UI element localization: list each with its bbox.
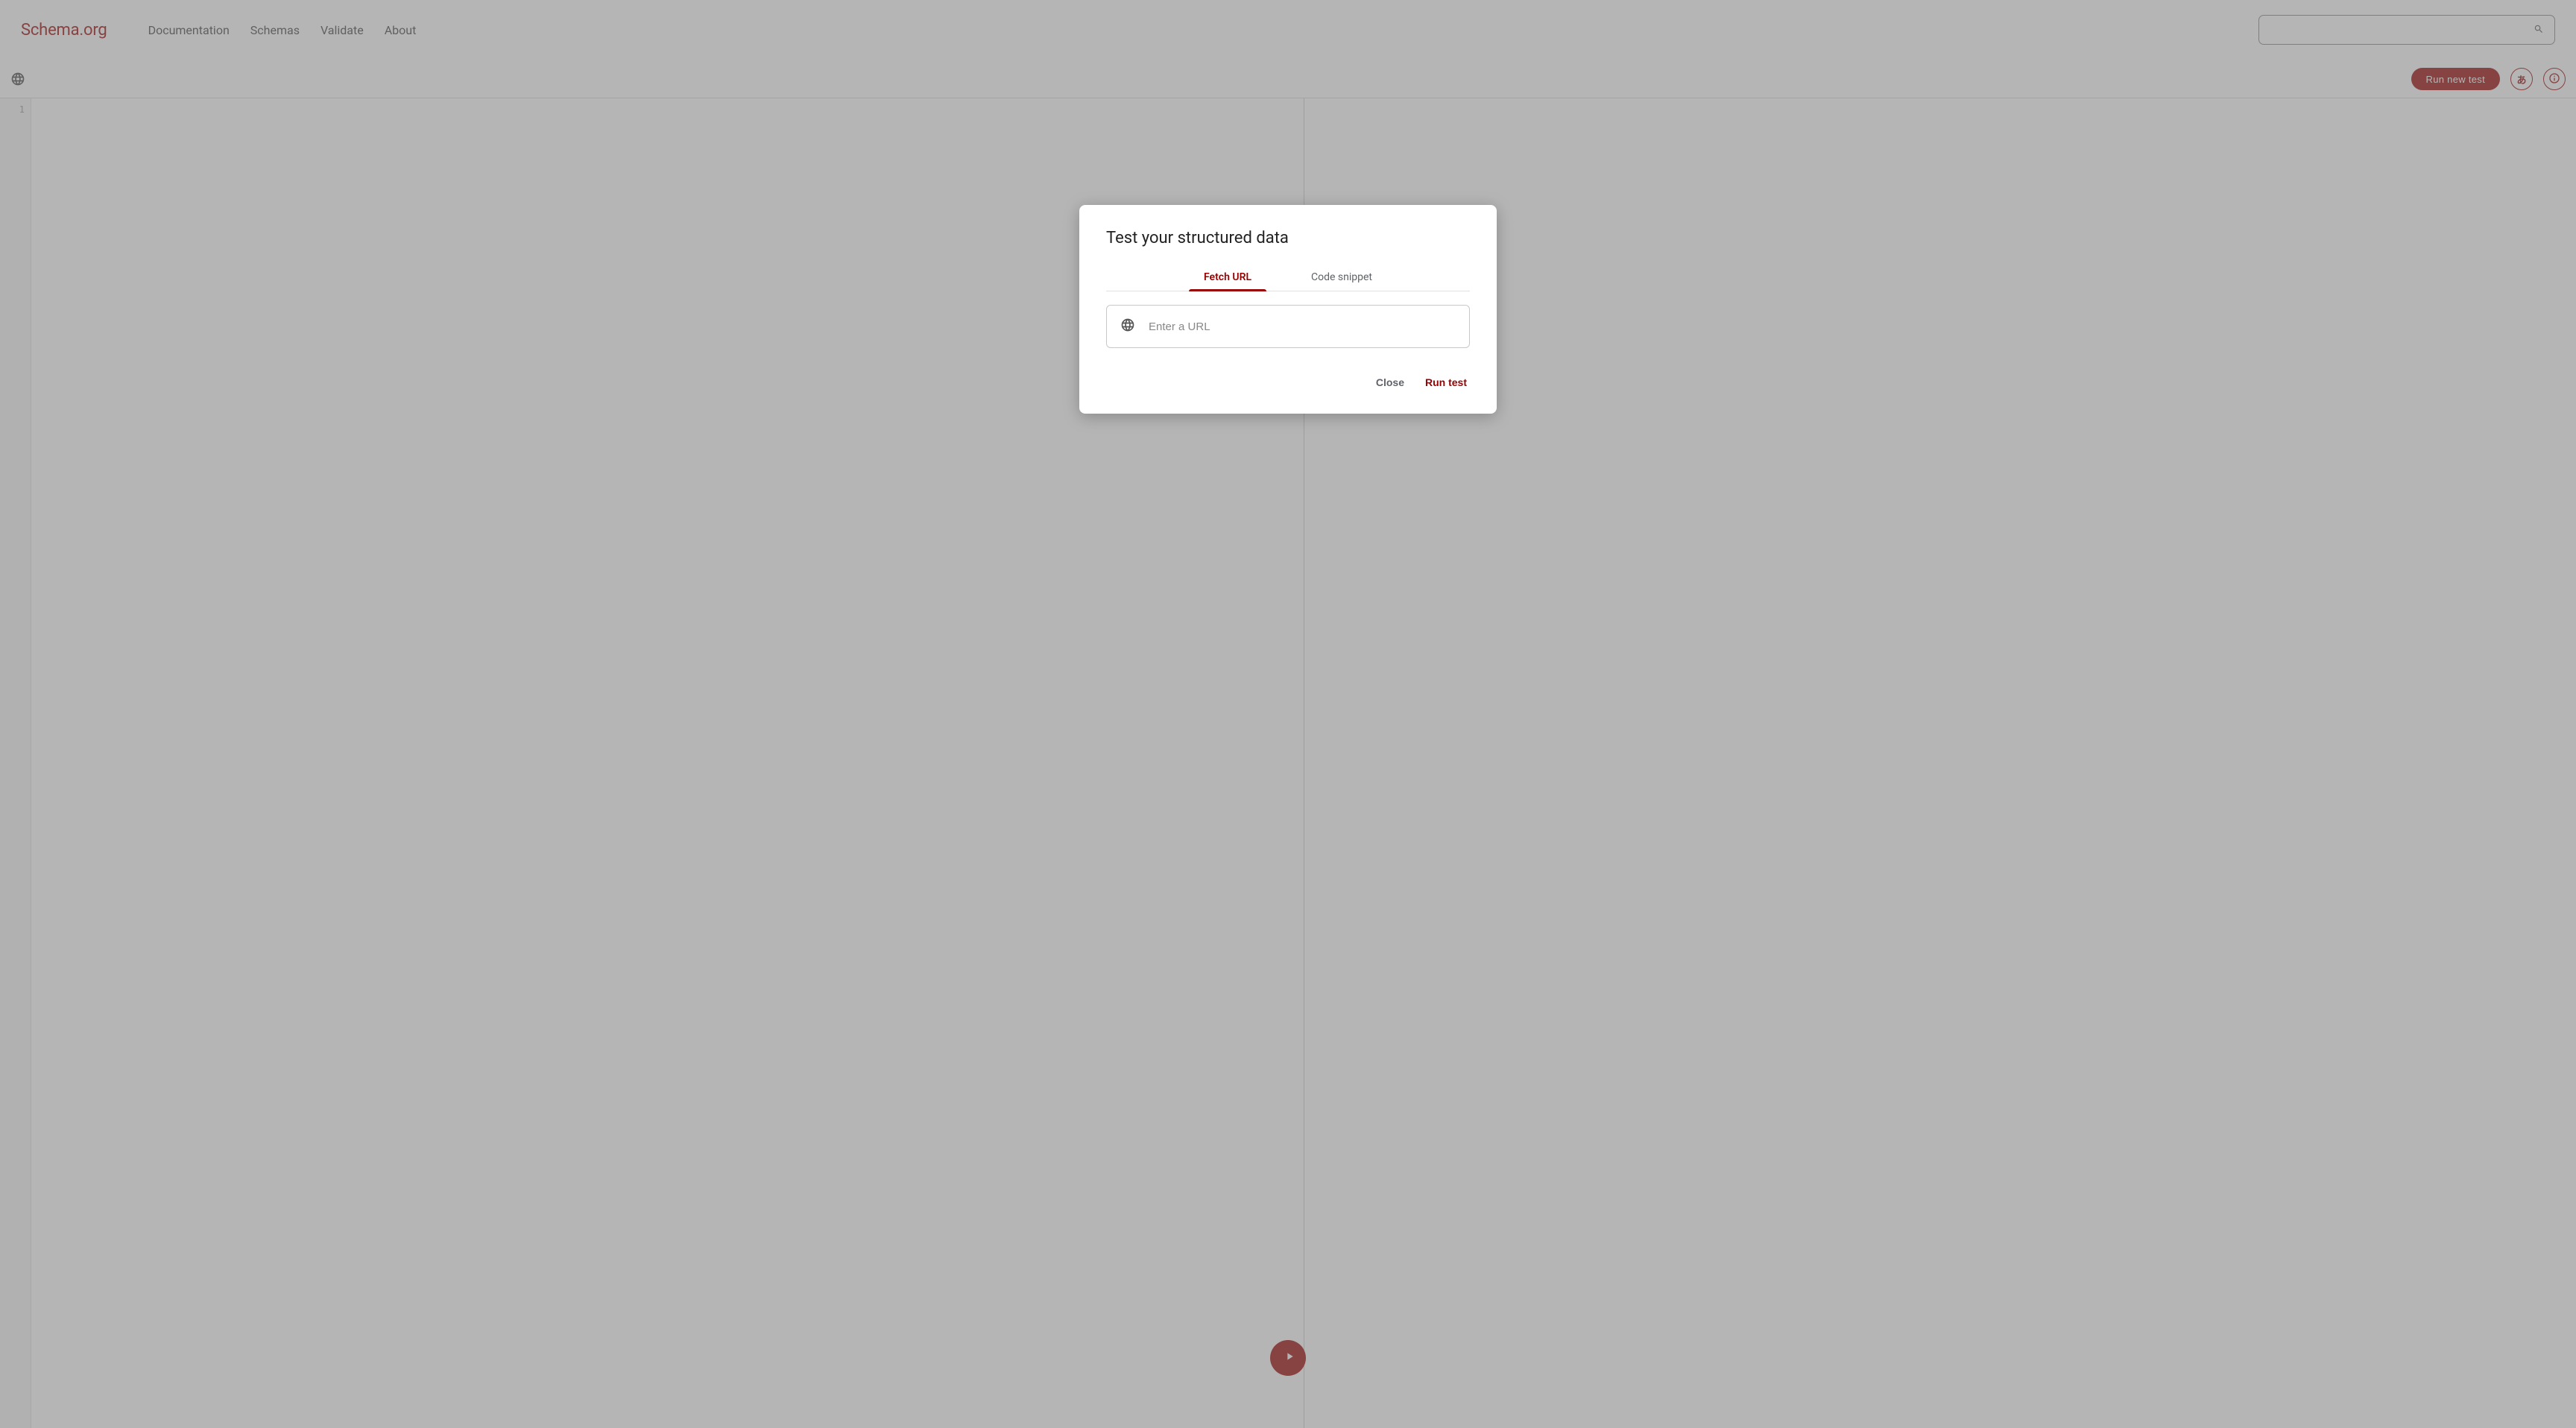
modal-tabs: Fetch URL Code snippet [1106,264,1470,291]
tab-fetch-url[interactable]: Fetch URL [1174,264,1281,291]
close-button[interactable]: Close [1373,372,1407,393]
globe-icon [1120,317,1135,335]
run-test-button[interactable]: Run test [1422,372,1470,393]
url-field[interactable] [1106,305,1470,348]
tab-code-snippet[interactable]: Code snippet [1281,264,1402,291]
modal-title: Test your structured data [1106,229,1470,247]
test-structured-data-modal: Test your structured data Fetch URL Code… [1079,205,1497,414]
modal-actions: Close Run test [1106,372,1470,393]
url-input[interactable] [1149,320,1456,333]
